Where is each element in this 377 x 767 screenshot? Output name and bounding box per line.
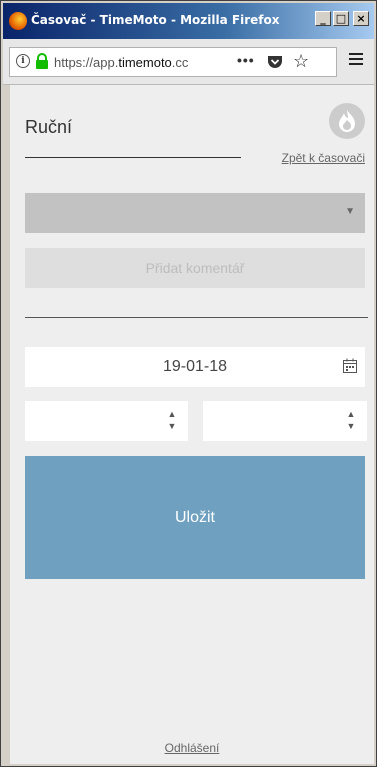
title-divider <box>25 157 241 158</box>
page-content: Ruční Zpět k časovači ▼ Přidat komentář … <box>10 85 374 764</box>
end-time-field[interactable]: ▲ ▼ <box>203 401 367 441</box>
page-title: Ruční <box>25 117 73 137</box>
info-icon[interactable]: i <box>16 54 30 68</box>
stepper-up-icon[interactable]: ▲ <box>166 408 178 420</box>
url-rest: .cc <box>171 55 189 70</box>
back-to-timer-link[interactable]: Zpět k časovači <box>282 151 365 165</box>
url-domain: timemoto <box>118 55 172 70</box>
stepper-up-icon[interactable]: ▲ <box>345 408 357 420</box>
chevron-down-icon: ▼ <box>345 206 355 217</box>
url-text[interactable]: https://app.timemoto.cc <box>54 55 232 70</box>
logout-link[interactable]: Odhlášení <box>10 741 374 755</box>
start-time-field[interactable]: ▲ ▼ <box>25 401 188 441</box>
navigation-bar: i https://app.timemoto.cc ••• ☆ <box>3 39 374 85</box>
section-divider <box>25 317 368 318</box>
pocket-icon[interactable] <box>267 54 283 70</box>
close-button[interactable]: × <box>353 11 369 26</box>
bookmark-star-icon[interactable]: ☆ <box>293 51 309 71</box>
add-comment-button[interactable]: Přidat komentář <box>25 248 365 288</box>
maximize-button[interactable]: □ <box>333 11 349 26</box>
calendar-icon[interactable] <box>343 358 357 373</box>
stepper-down-icon[interactable]: ▼ <box>345 420 357 432</box>
title-bar[interactable]: Časovač - TimeMoto - Mozilla Firefox _ □… <box>3 3 374 39</box>
date-value: 19-01-18 <box>162 358 228 375</box>
activity-dropdown[interactable]: ▼ <box>25 193 365 233</box>
minimize-button[interactable]: _ <box>315 11 331 26</box>
save-button[interactable]: Uložit <box>25 456 365 579</box>
hamburger-menu-icon[interactable] <box>349 53 363 65</box>
window-title: Časovač - TimeMoto - Mozilla Firefox <box>31 13 280 27</box>
page-actions-icon[interactable]: ••• <box>237 52 255 68</box>
url-prefix: https://app. <box>54 55 119 70</box>
firefox-icon <box>9 12 27 30</box>
browser-window: Časovač - TimeMoto - Mozilla Firefox _ □… <box>0 0 377 767</box>
lock-icon[interactable] <box>35 53 49 69</box>
stepper-down-icon[interactable]: ▼ <box>166 420 178 432</box>
address-bar[interactable]: i https://app.timemoto.cc ••• ☆ <box>9 47 337 77</box>
start-time-stepper[interactable]: ▲ ▼ <box>166 408 178 434</box>
date-field[interactable]: 19-01-18 <box>25 347 365 387</box>
timemoto-logo-icon <box>329 103 365 139</box>
end-time-stepper[interactable]: ▲ ▼ <box>345 408 357 434</box>
